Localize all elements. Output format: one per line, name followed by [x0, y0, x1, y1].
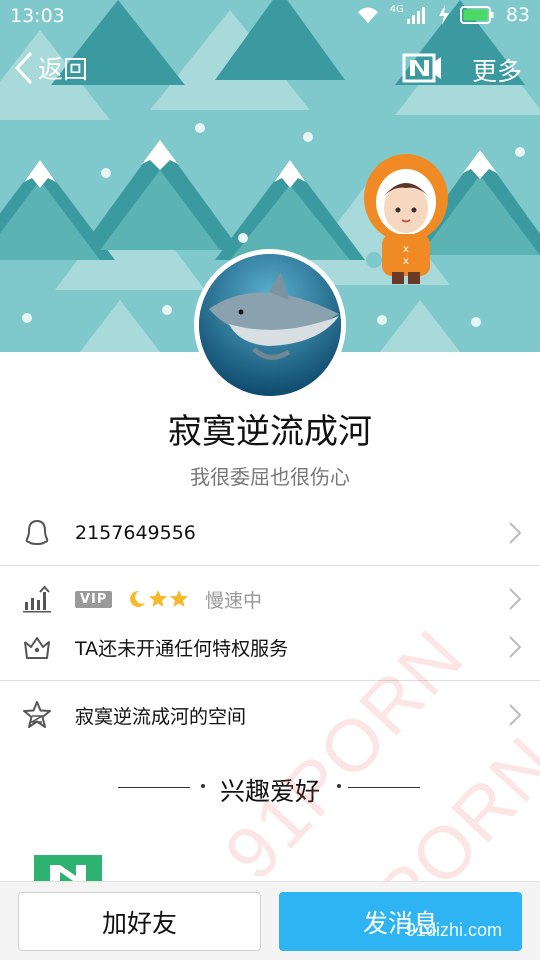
more-button[interactable]: 更多	[472, 52, 522, 88]
crown-icon	[24, 637, 50, 659]
space-row[interactable]: 寂寞逆流成河的空间	[0, 693, 540, 737]
signature: 我很委屈也很伤心	[190, 465, 350, 489]
level-chart-icon	[23, 585, 51, 613]
qq-number-row[interactable]: 2157649556	[0, 511, 540, 555]
title-dot-right	[337, 784, 341, 788]
svg-text:x: x	[403, 256, 409, 267]
network-type: 4G	[389, 3, 404, 15]
send-message-button[interactable]: 发消息	[279, 892, 522, 951]
title-rule-right	[348, 787, 420, 788]
vip-badge: VIP	[75, 590, 113, 608]
wifi-icon	[357, 7, 378, 23]
qq-number: 2157649556	[75, 522, 196, 544]
divider	[0, 680, 540, 681]
battery-icon	[459, 6, 494, 24]
status-icons: 4G 83	[356, 4, 530, 26]
space-star-icon	[23, 701, 51, 728]
chevron-right-icon	[509, 588, 522, 610]
avatar[interactable]	[194, 249, 346, 401]
penguin-icon	[25, 519, 49, 546]
shark-photo	[199, 254, 341, 396]
back-button[interactable]: 返回	[14, 50, 88, 86]
level-row[interactable]: VIP 慢速中	[0, 578, 540, 620]
bottom-action-bar: 加好友 发消息	[0, 881, 540, 960]
star-icon	[170, 590, 188, 607]
privilege-text: TA还未开通任何特权服务	[75, 637, 289, 660]
charging-icon	[438, 5, 449, 25]
divider	[0, 565, 540, 566]
switch-profile-button[interactable]	[402, 52, 442, 88]
status-time: 13:03	[10, 5, 65, 27]
back-label: 返回	[38, 55, 89, 84]
add-friend-button[interactable]: 加好友	[18, 892, 261, 951]
speed-status: 慢速中	[205, 589, 263, 612]
display-name: 寂寞逆流成河	[168, 412, 372, 452]
moon-icon	[130, 590, 145, 607]
status-bar: 13:03 4G 83	[0, 0, 540, 34]
signal-icon	[406, 7, 425, 24]
svg-text:x: x	[403, 244, 409, 255]
battery-level: 83	[505, 4, 530, 26]
interests-title: 兴趣爱好	[219, 777, 320, 806]
interests-section-title: 兴趣爱好	[0, 770, 540, 806]
star-icon	[149, 590, 167, 607]
nav-bar: 返回 更多	[0, 42, 540, 98]
level-icons	[127, 589, 189, 609]
back-chevron-icon	[14, 51, 33, 85]
switch-profile-icon	[402, 53, 441, 83]
space-text: 寂寞逆流成河的空间	[75, 705, 247, 728]
privilege-row[interactable]: TA还未开通任何特权服务	[0, 626, 540, 668]
chevron-right-icon	[509, 636, 522, 658]
chevron-right-icon	[509, 704, 522, 726]
chevron-right-icon	[509, 522, 522, 544]
